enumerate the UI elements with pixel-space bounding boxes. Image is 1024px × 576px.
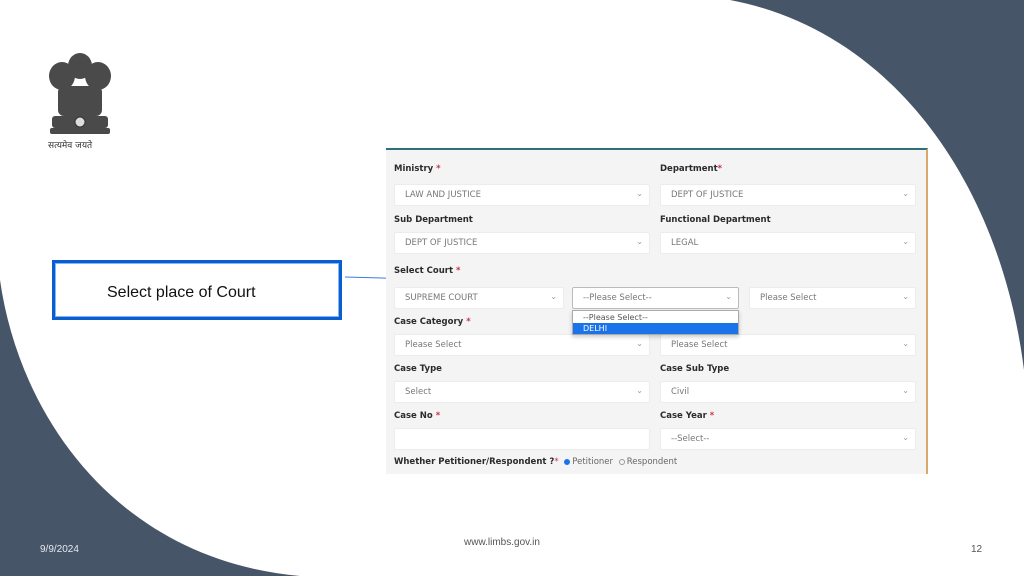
chevron-down-icon: ⌄ — [902, 339, 909, 348]
sub-department-select[interactable]: DEPT OF JUSTICE ⌄ — [394, 232, 650, 254]
dropdown-option-delhi[interactable]: DELHI — [573, 323, 738, 334]
petitioner-respondent-question: Whether Petitioner/Respondent ? — [394, 457, 555, 467]
case-subcategory-select[interactable]: Please Select ⌄ — [660, 334, 916, 356]
callout-box: Select place of Court — [52, 260, 342, 320]
dropdown-option-please-select[interactable]: --Please Select-- — [573, 312, 738, 323]
chevron-down-icon: ⌄ — [725, 292, 732, 301]
page-number: 12 — [971, 544, 983, 555]
ministry-label: Ministry * — [394, 164, 441, 174]
chevron-down-icon: ⌄ — [902, 292, 909, 301]
radio-respondent-label[interactable]: Respondent — [627, 457, 678, 467]
chevron-down-icon: ⌄ — [902, 433, 909, 442]
department-label: Department* — [660, 164, 723, 174]
chevron-down-icon: ⌄ — [636, 339, 643, 348]
case-year-label: Case Year * — [660, 411, 715, 421]
case-type-label: Case Type — [394, 364, 442, 374]
petitioner-respondent-row: Whether Petitioner/Respondent ?* Petitio… — [394, 457, 678, 467]
ministry-select[interactable]: LAW AND JUSTICE ⌄ — [394, 184, 650, 206]
chevron-down-icon: ⌄ — [902, 386, 909, 395]
court-place-select[interactable]: --Please Select-- ⌄ — [572, 287, 739, 309]
functional-department-label: Functional Department — [660, 215, 771, 225]
radio-petitioner-label[interactable]: Petitioner — [572, 457, 613, 467]
chevron-down-icon: ⌄ — [902, 189, 909, 198]
chevron-down-icon: ⌄ — [550, 292, 557, 301]
footer-date: 9/9/2024 — [40, 544, 79, 555]
radio-petitioner[interactable] — [564, 458, 571, 465]
case-no-label: Case No * — [394, 411, 441, 421]
court-select[interactable]: SUPREME COURT ⌄ — [394, 287, 564, 309]
functional-department-select[interactable]: LEGAL ⌄ — [660, 232, 916, 254]
select-court-label: Select Court * — [394, 266, 461, 276]
case-search-form: Ministry * LAW AND JUSTICE ⌄ Department* … — [386, 148, 928, 474]
chevron-down-icon: ⌄ — [636, 189, 643, 198]
case-year-select[interactable]: --Select-- ⌄ — [660, 428, 916, 450]
chevron-down-icon: ⌄ — [902, 237, 909, 246]
emblem-motto: सत्यमेव जयते — [48, 141, 93, 151]
court-bench-select[interactable]: Please Select ⌄ — [749, 287, 916, 309]
case-sub-type-select[interactable]: Civil ⌄ — [660, 381, 916, 403]
department-select[interactable]: DEPT OF JUSTICE ⌄ — [660, 184, 916, 206]
footer-url[interactable]: www.limbs.gov.in — [464, 537, 540, 548]
chevron-down-icon: ⌄ — [636, 386, 643, 395]
case-sub-type-label: Case Sub Type — [660, 364, 730, 374]
case-no-input[interactable] — [394, 428, 650, 450]
case-category-select[interactable]: Please Select ⌄ — [394, 334, 650, 356]
case-type-select[interactable]: Select ⌄ — [394, 381, 650, 403]
chevron-down-icon: ⌄ — [636, 237, 643, 246]
callout-text: Select place of Court — [107, 284, 256, 301]
radio-respondent[interactable] — [618, 458, 625, 465]
case-category-label: Case Category * — [394, 317, 471, 327]
sub-department-label: Sub Department — [394, 215, 473, 225]
court-place-dropdown: --Please Select-- DELHI — [572, 310, 739, 335]
